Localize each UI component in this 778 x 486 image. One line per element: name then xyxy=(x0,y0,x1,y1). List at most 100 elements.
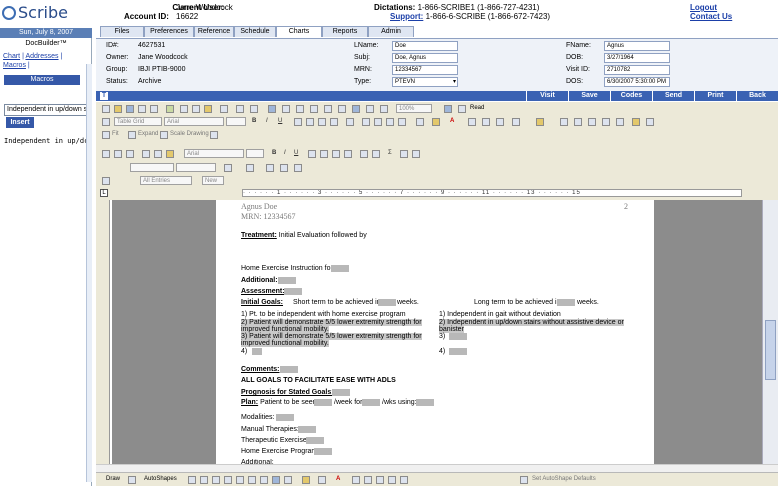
vertical-scrollbar[interactable] xyxy=(762,200,778,464)
field-placeholder[interactable] xyxy=(378,299,396,306)
expand-label[interactable]: Expand xyxy=(138,131,158,137)
copy-icon[interactable] xyxy=(192,105,200,113)
font-select-2[interactable]: Arial xyxy=(184,149,244,158)
split-cells-icon[interactable] xyxy=(496,118,504,126)
arrow-style-icon[interactable] xyxy=(376,476,384,484)
print-icon[interactable] xyxy=(138,105,146,113)
align-center-icon[interactable] xyxy=(306,118,314,126)
addresses-link[interactable]: Addresses xyxy=(25,53,58,60)
field-placeholder[interactable] xyxy=(298,426,316,433)
macro-input[interactable]: Independent in up/down s xyxy=(4,104,90,116)
contact-us-link[interactable]: Contact Us xyxy=(690,12,732,21)
tab-reports[interactable]: Reports xyxy=(322,26,368,37)
font-color-icon-2[interactable]: A xyxy=(336,476,340,482)
track-icon[interactable] xyxy=(646,118,654,126)
insert-button[interactable]: Insert xyxy=(6,117,34,128)
insert-table-icon[interactable] xyxy=(296,105,304,113)
italic-icon[interactable]: I xyxy=(266,118,268,124)
field-placeholder[interactable] xyxy=(252,348,262,355)
expand-icon[interactable] xyxy=(128,131,136,139)
align-right-icon-2[interactable] xyxy=(332,150,340,158)
fill-color-icon[interactable] xyxy=(536,118,544,126)
left-scrollbar[interactable] xyxy=(86,64,92,482)
insert-rows-icon[interactable] xyxy=(266,164,274,172)
table-icon[interactable] xyxy=(282,105,290,113)
columns-icon[interactable] xyxy=(324,105,332,113)
paragraph-icon[interactable] xyxy=(380,105,388,113)
field-placeholder[interactable] xyxy=(332,389,350,396)
line-color-icon[interactable] xyxy=(318,476,326,484)
chart-link[interactable]: Chart xyxy=(3,53,20,60)
hyperlink-icon[interactable] xyxy=(268,105,276,113)
field-placeholder[interactable] xyxy=(362,399,380,406)
bullets-icon[interactable] xyxy=(374,118,382,126)
tab-stop-icon[interactable]: L xyxy=(100,189,108,197)
dob-field[interactable]: 3/27/1964 xyxy=(604,53,670,63)
scroll-thumb[interactable] xyxy=(765,320,776,380)
close-icon[interactable] xyxy=(412,150,420,158)
textbox-icon[interactable] xyxy=(236,476,244,484)
zoom-select[interactable]: 100% xyxy=(396,104,432,113)
tab-admin[interactable]: Admin xyxy=(368,26,414,37)
underline-icon-2[interactable]: U xyxy=(294,150,298,156)
wrap-icon[interactable] xyxy=(210,131,218,139)
field-placeholder[interactable] xyxy=(331,265,349,272)
field-placeholder[interactable] xyxy=(449,333,467,340)
shading-icon[interactable] xyxy=(512,118,520,126)
type-select[interactable]: PTEVN ▾ xyxy=(392,77,458,87)
insert-cols-icon[interactable] xyxy=(280,164,288,172)
read-label[interactable]: Read xyxy=(470,105,484,111)
preview-icon-2[interactable] xyxy=(126,150,134,158)
numbering-icon-2[interactable] xyxy=(360,150,368,158)
review-icon[interactable] xyxy=(102,177,110,185)
3d-icon[interactable] xyxy=(400,476,408,484)
align-right-icon[interactable] xyxy=(318,118,326,126)
arrow-icon[interactable] xyxy=(200,476,208,484)
autofit-icon[interactable] xyxy=(588,118,596,126)
drawing-icon[interactable] xyxy=(338,105,346,113)
horizontal-ruler[interactable]: L · · · · · · 1 · · · · · · 3 · · · · · … xyxy=(96,188,778,198)
logout-link[interactable]: Logout xyxy=(690,3,717,12)
font-size-select-2[interactable] xyxy=(246,149,264,158)
save-button[interactable]: Save xyxy=(568,91,610,101)
field-placeholder[interactable] xyxy=(276,414,294,421)
scale-drawing-label[interactable]: Scale Drawing xyxy=(170,131,209,137)
underline-icon[interactable]: U xyxy=(278,118,282,124)
table-draw-icon[interactable] xyxy=(616,118,624,126)
lname-field[interactable]: Doe xyxy=(392,41,458,51)
italic-icon-2[interactable]: I xyxy=(284,150,286,156)
send-button[interactable]: Send xyxy=(652,91,694,101)
horizontal-scrollbar[interactable] xyxy=(96,464,778,472)
print-button[interactable]: Print xyxy=(694,91,736,101)
font-size-select-1[interactable] xyxy=(226,117,246,126)
picture-icon[interactable] xyxy=(284,476,292,484)
fname-field[interactable]: Agnus xyxy=(604,41,670,51)
sigma-icon[interactable]: Σ xyxy=(388,150,392,156)
macro-text[interactable]: Independent in up/dc xyxy=(4,137,90,145)
document-page[interactable]: Agnus Doe MRN: 12334567 2 Treatment: Ini… xyxy=(216,200,654,464)
fit-icon[interactable] xyxy=(102,131,110,139)
subj-field[interactable]: Doe, Agnus xyxy=(392,53,458,63)
set-autoshape-defaults[interactable]: Set AutoShape Defaults xyxy=(532,476,596,482)
lock-icon[interactable] xyxy=(632,118,640,126)
field-placeholder[interactable] xyxy=(557,299,575,306)
excel-icon[interactable] xyxy=(310,105,318,113)
align-left-icon-2[interactable] xyxy=(308,150,316,158)
field-placeholder[interactable] xyxy=(314,399,332,406)
paste-icon[interactable] xyxy=(204,105,212,113)
shade-icon-2[interactable] xyxy=(246,164,254,172)
draw-menu[interactable]: Draw xyxy=(106,476,120,482)
merge-cells-icon[interactable] xyxy=(482,118,490,126)
autoshape-defaults-icon[interactable] xyxy=(520,476,528,484)
undo-icon[interactable] xyxy=(236,105,244,113)
autosum-icon[interactable] xyxy=(574,118,582,126)
increase-indent-icon[interactable] xyxy=(398,118,406,126)
vertical-ruler[interactable] xyxy=(96,200,110,464)
visit-id-field[interactable]: 2710782 xyxy=(604,65,670,75)
field-placeholder[interactable] xyxy=(416,399,434,406)
justify-icon[interactable] xyxy=(330,118,338,126)
bold-icon[interactable]: B xyxy=(252,118,256,124)
support-link[interactable]: Support: xyxy=(390,12,423,21)
help-icon[interactable] xyxy=(444,105,452,113)
oval-icon[interactable] xyxy=(224,476,232,484)
